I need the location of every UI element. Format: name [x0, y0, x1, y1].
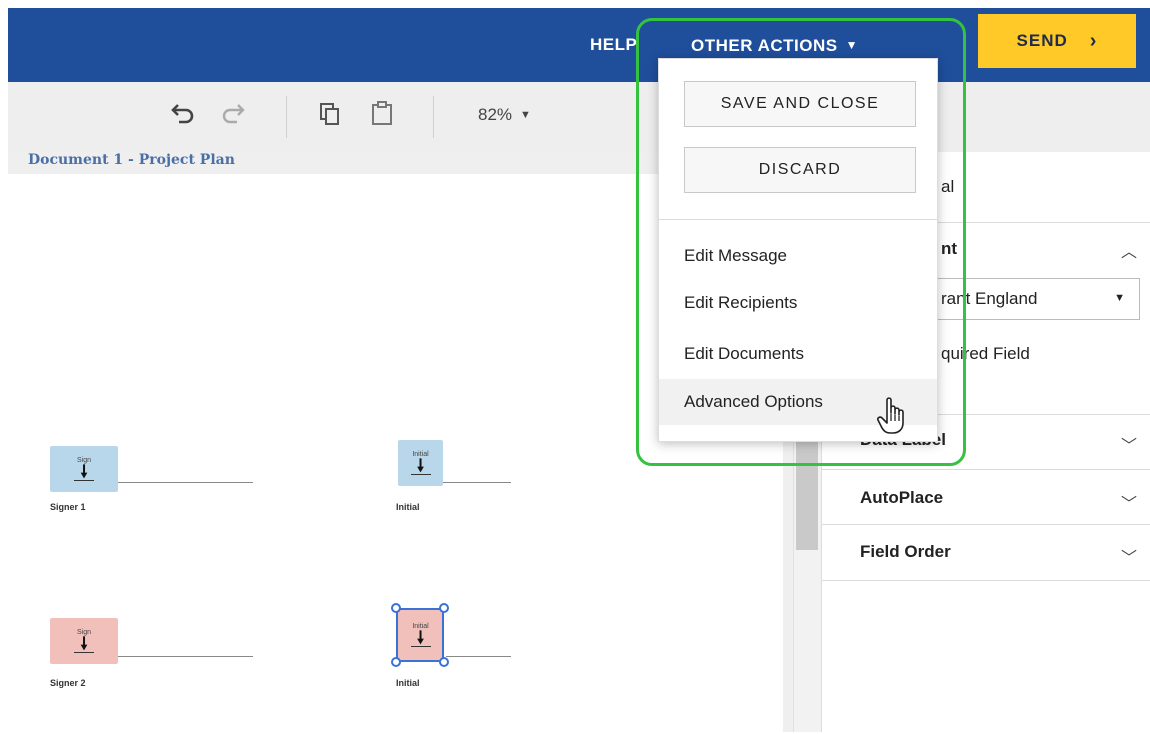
- field-underline: [74, 480, 94, 481]
- signature-line: [443, 482, 511, 483]
- zoom-value: 82%: [478, 105, 513, 124]
- autoplace-section[interactable]: AutoPlace: [860, 488, 943, 508]
- toolbar-divider: [433, 96, 434, 138]
- resize-handle[interactable]: [439, 657, 449, 667]
- signature-field[interactable]: Sign 🠗: [50, 618, 118, 664]
- download-arrow-icon: 🠗: [80, 462, 88, 481]
- chevron-down-icon[interactable]: ﹀: [1121, 432, 1137, 456]
- field-label: Initial: [396, 678, 420, 688]
- zoom-select[interactable]: 82% ▼: [478, 105, 531, 125]
- menu-item-edit-recipients[interactable]: Edit Recipients: [659, 280, 937, 326]
- menu-item-edit-message[interactable]: Edit Message: [659, 233, 937, 279]
- send-label: SEND: [1016, 31, 1068, 50]
- menu-divider: [659, 219, 937, 220]
- panel-divider: [822, 580, 1150, 581]
- hand-pointer-icon: [875, 396, 909, 441]
- caret-down-icon: ▼: [1114, 292, 1125, 304]
- redo-icon[interactable]: [220, 98, 246, 131]
- panel-divider: [822, 469, 1150, 470]
- field-underline: [410, 474, 431, 475]
- chevron-up-icon[interactable]: ︿: [1121, 238, 1137, 262]
- signature-line: [118, 656, 253, 657]
- signature-field[interactable]: Sign 🠗: [50, 446, 118, 492]
- paste-icon[interactable]: [370, 100, 394, 133]
- resize-handle[interactable]: [391, 603, 401, 613]
- editor-toolbar: 82% ▼: [8, 82, 1150, 153]
- field-order-section[interactable]: Field Order: [860, 542, 951, 562]
- signature-line: [118, 482, 253, 483]
- toolbar-divider: [286, 96, 287, 138]
- discard-button[interactable]: DISCARD: [684, 147, 916, 193]
- other-actions-label: OTHER ACTIONS: [691, 36, 838, 55]
- chevron-down-icon[interactable]: ﹀: [1121, 490, 1137, 514]
- resize-handle[interactable]: [391, 657, 401, 667]
- download-arrow-icon: 🠗: [416, 456, 425, 475]
- download-arrow-icon: 🠗: [80, 634, 88, 653]
- panel-divider: [822, 524, 1150, 525]
- document-title: Document 1 - Project Plan: [28, 152, 235, 168]
- resize-handle[interactable]: [439, 603, 449, 613]
- scrollbar-thumb[interactable]: [796, 425, 818, 550]
- chevron-right-icon: ›: [1089, 29, 1098, 52]
- caret-down-icon: ▼: [845, 38, 858, 52]
- signature-line: [446, 656, 511, 657]
- field-label: Signer 2: [50, 678, 86, 688]
- copy-icon[interactable]: [318, 102, 342, 133]
- initial-field[interactable]: Initial 🠗: [398, 440, 443, 486]
- field-label: Signer 1: [50, 502, 86, 512]
- save-and-close-button[interactable]: SAVE AND CLOSE: [684, 81, 916, 127]
- other-actions-dropdown: SAVE AND CLOSE DISCARD Edit Message Edit…: [658, 58, 938, 442]
- field-underline: [74, 652, 94, 653]
- chevron-down-icon[interactable]: ﹀: [1121, 544, 1137, 568]
- selection-box: [396, 608, 444, 662]
- required-field-label[interactable]: quired Field: [941, 344, 1030, 364]
- field-label: Initial: [396, 502, 420, 512]
- undo-icon[interactable]: [170, 98, 196, 131]
- menu-item-edit-documents[interactable]: Edit Documents: [659, 331, 937, 377]
- recipient-heading[interactable]: nt: [941, 239, 957, 259]
- panel-partial-text: al: [941, 177, 955, 196]
- caret-down-icon: ▼: [520, 109, 531, 121]
- help-link[interactable]: HELP: [590, 8, 637, 82]
- send-button[interactable]: SEND ›: [978, 14, 1136, 68]
- recipient-select-value: rant England: [941, 289, 1038, 308]
